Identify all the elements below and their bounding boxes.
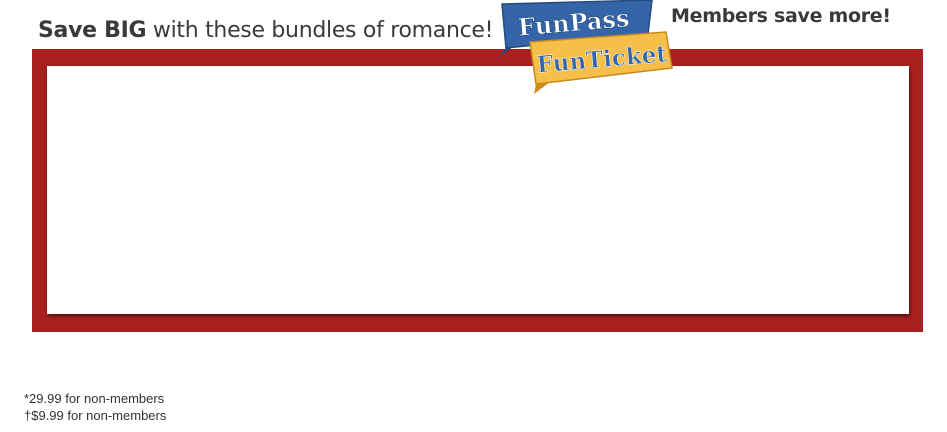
page: Save BIG with these bundles of romance! … xyxy=(0,0,947,432)
footnotes: *29.99 for non-members †$9.99 for non-me… xyxy=(24,390,166,424)
headline-rest: with these bundles of romance! xyxy=(146,18,494,43)
bundle-frame xyxy=(32,49,923,332)
footnote-2: †$9.99 for non-members xyxy=(24,408,167,423)
funpass-funticket-logo[interactable]: FunPass FunTicket xyxy=(496,0,676,96)
headline-bold: Save BIG xyxy=(38,18,147,43)
footnote-1: *29.99 for non-members xyxy=(24,391,165,406)
headline: Save BIG with these bundles of romance! xyxy=(38,18,493,43)
bundle-content-area xyxy=(47,66,909,314)
members-save-more: Members save more! xyxy=(671,5,891,27)
funticket-banner: FunTicket xyxy=(529,31,673,94)
